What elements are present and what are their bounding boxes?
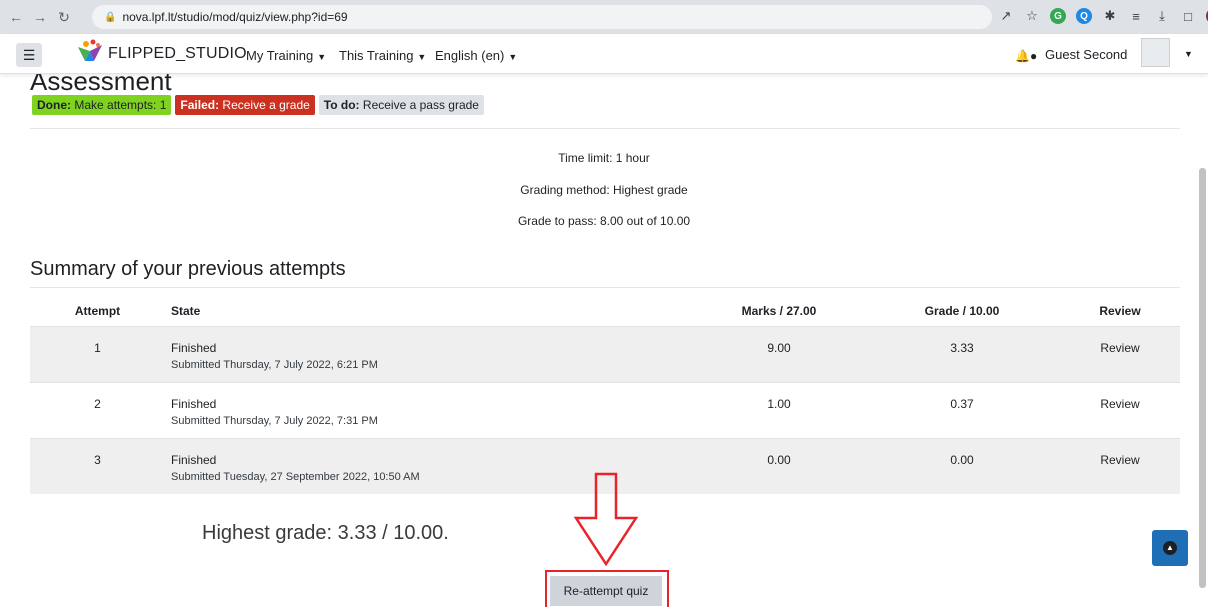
caret-down-icon: ▼ xyxy=(417,52,427,62)
forward-arrow-icon[interactable]: → xyxy=(28,9,52,25)
attempt-marks: 9.00 xyxy=(767,341,791,355)
highest-grade-text: Highest grade: 3.33 / 10.00. xyxy=(202,522,449,544)
badge-text: Receive a pass grade xyxy=(362,98,479,112)
reload-icon[interactable]: ↻ xyxy=(52,9,76,26)
side-panel-icon[interactable]: □ xyxy=(1180,8,1196,24)
menu-language[interactable]: English (en) ▼ xyxy=(435,48,517,63)
chevron-up-icon: ▲ xyxy=(1163,541,1177,555)
menu-label: This Training xyxy=(339,48,414,63)
messages-chat-icon[interactable]: ● xyxy=(1030,49,1037,63)
attempt-number: 2 xyxy=(94,397,101,411)
completion-badge-done: Done: Make attempts: 1 xyxy=(32,95,172,115)
divider xyxy=(30,128,1180,129)
menu-label: My Training xyxy=(246,48,314,63)
flipped-studio-logo[interactable] xyxy=(76,39,104,65)
star-icon[interactable]: ☆ xyxy=(1024,8,1040,24)
site-brand[interactable]: FLIPPED_STUDIO xyxy=(108,45,247,63)
badge-status: Failed: xyxy=(180,98,220,112)
grading-method-text: Grading method: Highest grade xyxy=(520,183,688,197)
state-text: Finished xyxy=(171,453,217,467)
menu-label: English (en) xyxy=(435,48,505,63)
menu-this-training[interactable]: This Training ▼ xyxy=(339,48,426,63)
summary-heading: Summary of your previous attempts xyxy=(30,258,346,280)
table-header-row: Attempt State Marks / 27.00 Grade / 10.0… xyxy=(30,296,1180,326)
download-icon[interactable]: ⤓ xyxy=(1154,8,1170,24)
attempt-grade: 0.37 xyxy=(950,397,974,411)
user-menu-caret-icon[interactable]: ▼ xyxy=(1184,49,1193,59)
badge-status: Done: xyxy=(37,98,71,112)
badge-text: Receive a grade xyxy=(222,98,310,112)
attempt-grade: 0.00 xyxy=(950,453,974,467)
user-avatar[interactable] xyxy=(1141,38,1170,67)
attempt-marks: 0.00 xyxy=(767,453,791,467)
attempt-state: Finished Submitted Thursday, 7 July 2022,… xyxy=(171,341,378,371)
submitted-time: Submitted Thursday, 7 July 2022, 7:31 PM xyxy=(171,415,378,427)
review-link[interactable]: Review xyxy=(1080,453,1160,467)
badge-status: To do: xyxy=(323,98,360,112)
table-row: 2 Finished Submitted Thursday, 7 July 202… xyxy=(30,382,1180,438)
browser-extension-icons: ↗ ☆ G Q ✱ ≡ ⤓ □ ⋮ xyxy=(998,8,1208,24)
header-marks: Marks / 27.00 xyxy=(741,304,817,318)
header-state: State xyxy=(171,304,201,318)
reading-list-icon[interactable]: ≡ xyxy=(1128,8,1144,24)
completion-requirements: Done: Make attempts: 1 Failed: Receive a… xyxy=(32,95,484,115)
submitted-time: Submitted Tuesday, 27 September 2022, 10… xyxy=(171,471,420,483)
menu-my-training[interactable]: My Training ▼ xyxy=(246,48,326,63)
time-limit-text: Time limit: 1 hour xyxy=(558,151,650,165)
submitted-time: Submitted Thursday, 7 July 2022, 6:21 PM xyxy=(171,359,378,371)
annotation-arrow-down-icon xyxy=(573,472,639,566)
state-text: Finished xyxy=(171,397,217,411)
completion-badge-failed: Failed: Receive a grade xyxy=(175,95,315,115)
divider xyxy=(30,287,1180,288)
header-review: Review xyxy=(1099,304,1141,318)
address-bar[interactable]: 🔒 nova.lpf.lt/studio/mod/quiz/view.php?i… xyxy=(92,5,992,29)
site-navbar: ☰ FLIPPED_STUDIO My Training ▼ This Train… xyxy=(0,34,1208,74)
back-to-top-button[interactable]: ▲ xyxy=(1152,530,1188,566)
header-grade: Grade / 10.00 xyxy=(924,304,1000,318)
review-link[interactable]: Review xyxy=(1080,341,1160,355)
badge-text: Make attempts: 1 xyxy=(74,98,167,112)
back-arrow-icon[interactable]: ← xyxy=(4,9,28,25)
caret-down-icon: ▼ xyxy=(317,52,327,62)
grade-to-pass-text: Grade to pass: 8.00 out of 10.00 xyxy=(517,214,691,228)
grammarly-extension-icon[interactable]: G xyxy=(1050,8,1066,24)
attempts-table: Attempt State Marks / 27.00 Grade / 10.0… xyxy=(30,296,1180,494)
attempt-number: 1 xyxy=(94,341,101,355)
notifications-bell-icon[interactable]: 🔔 xyxy=(1015,49,1030,63)
browser-toolbar: ← → ↻ 🔒 nova.lpf.lt/studio/mod/quiz/view… xyxy=(0,0,1208,34)
attempt-marks: 1.00 xyxy=(767,397,791,411)
share-icon[interactable]: ↗ xyxy=(998,8,1014,24)
caret-down-icon: ▼ xyxy=(508,52,518,62)
url-text: nova.lpf.lt/studio/mod/quiz/view.php?id=… xyxy=(122,10,348,24)
header-attempt: Attempt xyxy=(74,304,121,318)
page-scrollbar[interactable] xyxy=(1199,168,1206,588)
lock-icon: 🔒 xyxy=(104,11,117,23)
review-link[interactable]: Review xyxy=(1080,397,1160,411)
extension-icon[interactable]: Q xyxy=(1076,8,1092,24)
user-name[interactable]: Guest Second xyxy=(1045,47,1127,62)
attempt-state: Finished Submitted Tuesday, 27 September … xyxy=(171,453,420,483)
reattempt-quiz-button[interactable]: Re-attempt quiz xyxy=(550,576,662,606)
attempt-number: 3 xyxy=(94,453,101,467)
table-row: 1 Finished Submitted Thursday, 7 July 202… xyxy=(30,326,1180,382)
quiz-info-grade-to-pass: Grade to pass: 8.00 out of 10.00 xyxy=(0,214,1208,228)
quiz-info-time-limit: Time limit: 1 hour xyxy=(0,151,1208,165)
attempt-grade: 3.33 xyxy=(950,341,974,355)
completion-badge-todo: To do: Receive a pass grade xyxy=(318,95,484,115)
state-text: Finished xyxy=(171,341,217,355)
quiz-info-grading-method: Grading method: Highest grade xyxy=(0,183,1208,197)
attempt-state: Finished Submitted Thursday, 7 July 2022,… xyxy=(171,397,378,427)
puzzle-extensions-icon[interactable]: ✱ xyxy=(1102,8,1118,24)
hamburger-menu-button[interactable]: ☰ xyxy=(16,43,42,67)
